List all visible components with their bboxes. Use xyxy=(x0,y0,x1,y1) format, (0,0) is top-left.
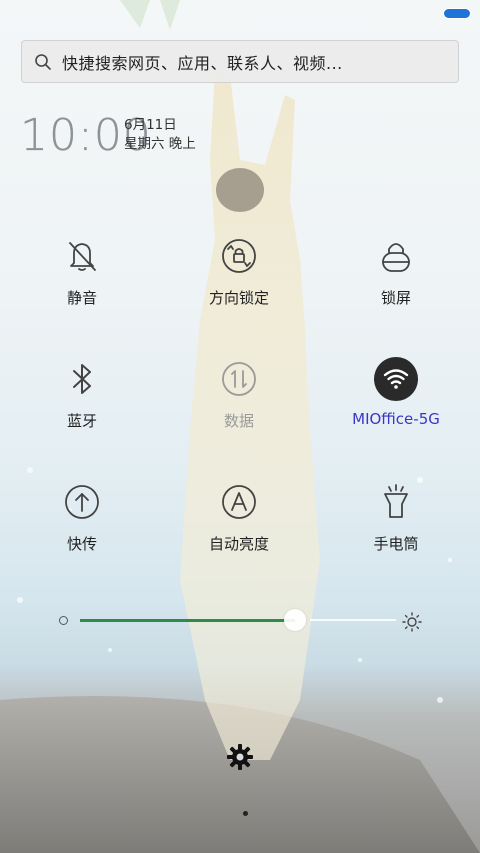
tile-mobile-data[interactable]: 数据 xyxy=(159,357,319,431)
search-bar[interactable]: 快捷搜索网页、应用、联系人、视频... xyxy=(21,40,459,83)
date-text: 6月11日 xyxy=(124,117,177,133)
tile-auto-brightness[interactable]: 自动亮度 xyxy=(159,480,319,554)
quick-transfer-icon xyxy=(60,480,104,524)
tile-label: 快传 xyxy=(66,535,97,553)
brightness-low-icon xyxy=(59,616,68,625)
tile-label: 静音 xyxy=(66,289,97,307)
tile-quick-transfer[interactable]: 快传 xyxy=(2,480,162,554)
tile-bluetooth[interactable]: 蓝牙 xyxy=(2,357,162,431)
bell-off-icon xyxy=(60,234,104,278)
tile-label: 锁屏 xyxy=(380,289,411,307)
weekday-text: 星期六 晚上 xyxy=(124,136,196,152)
flashlight-icon xyxy=(374,480,418,524)
wifi-icon xyxy=(374,357,418,401)
tile-label: 自动亮度 xyxy=(208,535,269,553)
tile-flashlight[interactable]: 手电筒 xyxy=(316,480,476,554)
auto-brightness-icon xyxy=(217,480,261,524)
search-icon xyxy=(35,53,51,70)
lock-icon xyxy=(374,234,418,278)
tile-lock-screen[interactable]: 锁屏 xyxy=(316,234,476,308)
tile-silent[interactable]: 静音 xyxy=(2,234,162,308)
tile-label: MIOffice-5G xyxy=(352,410,440,428)
brightness-track-fill[interactable] xyxy=(80,619,295,622)
search-placeholder: 快捷搜索网页、应用、联系人、视频... xyxy=(62,53,343,73)
battery-icon xyxy=(443,8,471,19)
tile-label: 数据 xyxy=(223,412,254,430)
rotation-lock-icon xyxy=(217,234,261,278)
brightness-track[interactable] xyxy=(310,619,396,621)
tile-label: 蓝牙 xyxy=(66,412,97,430)
settings-gear-icon[interactable] xyxy=(226,743,254,771)
tile-label: 手电筒 xyxy=(373,535,419,553)
tile-wifi[interactable]: MIOffice-5G xyxy=(316,357,476,428)
tile-label: 方向锁定 xyxy=(208,289,269,307)
brightness-slider-thumb[interactable] xyxy=(284,609,306,631)
bluetooth-icon xyxy=(60,357,104,401)
mobile-data-icon xyxy=(217,357,261,401)
brightness-high-icon xyxy=(402,612,422,632)
clock-date[interactable]: 6月11日 星期六 晚上 xyxy=(124,116,196,154)
tile-rotation-lock[interactable]: 方向锁定 xyxy=(159,234,319,308)
page-indicator xyxy=(243,811,248,816)
